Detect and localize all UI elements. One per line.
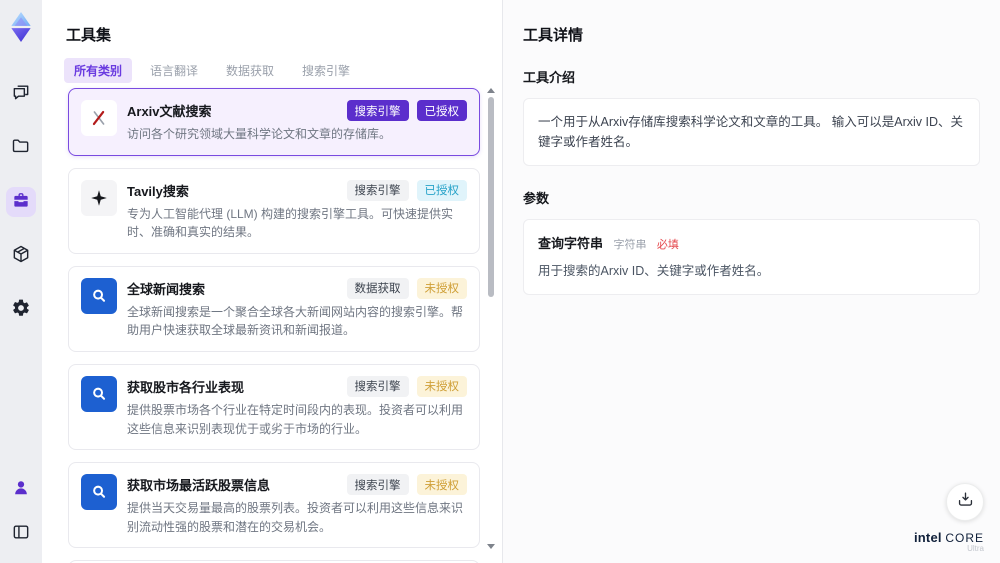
scroll-down-arrow-icon[interactable]	[487, 544, 495, 549]
rail-item-toolbox[interactable]	[6, 187, 36, 217]
left-rail	[0, 0, 42, 563]
tool-card-most-active-stocks[interactable]: 获取市场最活跃股票信息 搜索引擎 未授权 提供当天交易量最高的股票列表。投资者可…	[68, 462, 480, 549]
tavily-star-icon	[81, 179, 117, 216]
scrollbar-thumb[interactable]	[488, 97, 494, 297]
rail-item-collapse[interactable]	[6, 519, 36, 549]
tool-description: 专为人工智能代理 (LLM) 构建的搜索引擎工具。可快速提供实时、准确和真实的结…	[127, 206, 454, 240]
auth-badge: 未授权	[416, 474, 467, 496]
rail-item-settings[interactable]	[6, 295, 36, 325]
scroll-up-arrow-icon[interactable]	[487, 88, 495, 93]
blue-search-icon	[81, 474, 117, 511]
tool-card-body: 全球新闻搜索 数据获取 未授权 全球新闻搜索是一个聚合全球各大新闻网站内容的搜索…	[127, 277, 467, 340]
param-type: 字符串	[613, 239, 647, 251]
intro-box: 一个用于从Arxiv存储库搜索科学论文和文章的工具。 输入可以是Arxiv ID…	[523, 98, 980, 166]
page-title: 工具集	[66, 27, 112, 44]
tool-name: Arxiv文献搜索	[127, 104, 212, 119]
intro-heading: 工具介绍	[523, 70, 576, 85]
rail-nav	[6, 79, 36, 325]
tab-search-engine[interactable]: 搜索引擎	[292, 58, 360, 83]
tool-name: 获取股市各行业表现	[127, 379, 245, 395]
param-name: 查询字符串	[538, 236, 604, 251]
app-logo-gem-icon	[5, 9, 37, 45]
tool-description: 访问各个研究领域大量科学论文和文章的存储库。	[127, 127, 392, 141]
param-header: 查询字符串 字符串 必填	[538, 233, 965, 253]
auth-badge: 已授权	[416, 179, 467, 201]
tool-card-body: Arxiv文献搜索 搜索引擎 已授权 访问各个研究领域大量科学论文和文章的存储库…	[127, 100, 467, 144]
param-description: 用于搜索的Arxiv ID、关键字或作者姓名。	[538, 264, 770, 278]
params-heading: 参数	[523, 191, 550, 206]
tool-name: 全球新闻搜索	[127, 281, 206, 297]
auth-badge: 未授权	[416, 375, 467, 397]
chat-icon	[11, 82, 31, 107]
category-badge: 数据获取	[346, 277, 409, 299]
tool-card-body: 获取股市各行业表现 搜索引擎 未授权 提供股票市场各个行业在特定时间段内的表现。…	[127, 375, 467, 438]
blue-search-icon	[81, 277, 117, 314]
param-box: 查询字符串 字符串 必填 用于搜索的Arxiv ID、关键字或作者姓名。	[523, 219, 980, 295]
tool-name: 获取市场最活跃股票信息	[127, 478, 271, 494]
blue-search-icon	[81, 375, 117, 412]
download-icon	[956, 490, 975, 514]
rail-item-files[interactable]	[6, 133, 36, 163]
param-required-flag: 必填	[656, 239, 679, 251]
rail-item-package[interactable]	[6, 241, 36, 271]
intel-core-logo: intel CORE Ultra	[914, 531, 984, 553]
tool-list-panel: 工具集 所有类别 语言翻译 数据获取 搜索引擎 Arxiv文献搜索 搜索引擎 已…	[42, 0, 502, 563]
details-title: 工具详情	[523, 27, 584, 44]
tool-card-body: Tavily搜索 搜索引擎 已授权 专为人工智能代理 (LLM) 构建的搜索引擎…	[127, 179, 467, 242]
tool-details-panel: 工具详情 工具介绍 一个用于从Arxiv存储库搜索科学论文和文章的工具。 输入可…	[502, 0, 1000, 563]
rail-bottom	[6, 475, 36, 549]
brand-intel-text: intel	[913, 529, 942, 545]
tool-description: 提供股票市场各个行业在特定时间段内的表现。投资者可以利用这些信息来识别表现优于或…	[127, 402, 464, 436]
brand-sub-text: Ultra	[967, 543, 984, 553]
brand-core-text: CORE	[945, 530, 984, 545]
tab-data-acquisition[interactable]: 数据获取	[216, 58, 284, 83]
folder-icon	[11, 136, 31, 161]
gear-icon	[11, 298, 31, 323]
tool-name: Tavily搜索	[127, 183, 189, 199]
download-button[interactable]	[946, 483, 984, 521]
collapse-panel-icon	[11, 522, 31, 547]
tool-card-arxiv[interactable]: Arxiv文献搜索 搜索引擎 已授权 访问各个研究领域大量科学论文和文章的存储库…	[68, 88, 480, 156]
category-badge: 搜索引擎	[346, 474, 409, 496]
rail-item-chat[interactable]	[6, 79, 36, 109]
user-icon	[11, 478, 31, 503]
toolbox-icon	[11, 190, 31, 215]
tool-card-body: 获取市场最活跃股票信息 搜索引擎 未授权 提供当天交易量最高的股票列表。投资者可…	[127, 474, 467, 536]
tab-language-translation[interactable]: 语言翻译	[140, 58, 208, 83]
category-badge: 搜索引擎	[346, 179, 409, 201]
category-badge: 搜索引擎	[346, 375, 409, 397]
auth-badge: 已授权	[416, 100, 467, 121]
tool-card-list: Arxiv文献搜索 搜索引擎 已授权 访问各个研究领域大量科学论文和文章的存储库…	[68, 88, 480, 563]
tool-description: 全球新闻搜索是一个聚合全球各大新闻网站内容的搜索引擎。帮助用户快速获取全球最新资…	[127, 304, 464, 338]
rail-item-user[interactable]	[6, 475, 36, 505]
auth-badge: 未授权	[416, 277, 467, 299]
tool-description: 提供当天交易量最高的股票列表。投资者可以利用这些信息来识别流动性强的股票和潜在的…	[127, 501, 464, 534]
tool-card-sector-performance[interactable]: 获取股市各行业表现 搜索引擎 未授权 提供股票市场各个行业在特定时间段内的表现。…	[68, 363, 480, 451]
package-cube-icon	[11, 244, 31, 269]
tab-all-categories[interactable]: 所有类别	[64, 58, 133, 83]
intro-text: 一个用于从Arxiv存储库搜索科学论文和文章的工具。 输入可以是Arxiv ID…	[538, 115, 964, 149]
category-tabs: 所有类别 语言翻译 数据获取 搜索引擎	[64, 58, 360, 83]
category-badge: 搜索引擎	[346, 100, 409, 121]
arxiv-logo-icon	[81, 100, 117, 136]
list-scrollbar[interactable]	[486, 88, 496, 549]
tool-card-global-news[interactable]: 全球新闻搜索 数据获取 未授权 全球新闻搜索是一个聚合全球各大新闻网站内容的搜索…	[68, 265, 480, 352]
tool-card-tavily[interactable]: Tavily搜索 搜索引擎 已授权 专为人工智能代理 (LLM) 构建的搜索引擎…	[68, 167, 480, 254]
